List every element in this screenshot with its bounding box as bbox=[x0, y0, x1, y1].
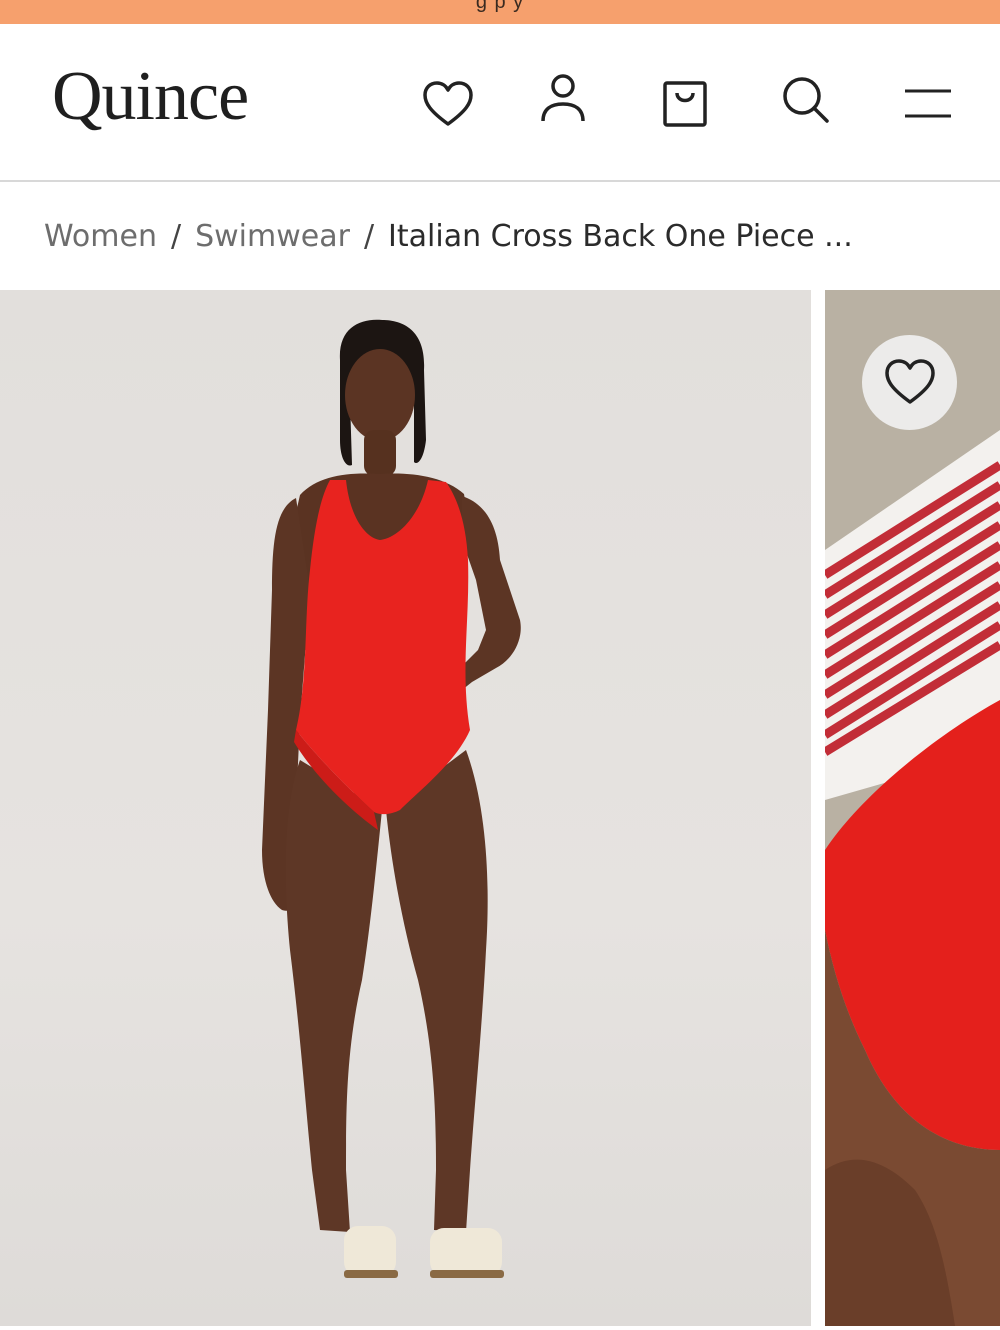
site-header: Quince bbox=[0, 24, 1000, 182]
user-icon[interactable] bbox=[535, 71, 591, 127]
product-photo-main[interactable] bbox=[0, 290, 811, 1326]
heart-icon bbox=[884, 358, 935, 404]
breadcrumb-current-product: Italian Cross Back One Piece ... bbox=[388, 218, 853, 254]
product-photo-secondary[interactable] bbox=[825, 290, 1000, 1326]
breadcrumb-swimwear[interactable]: Swimwear bbox=[195, 219, 350, 254]
add-to-favorites-button[interactable] bbox=[862, 335, 957, 430]
divider bbox=[0, 1326, 1000, 1330]
promo-banner[interactable]: g p y bbox=[0, 0, 1000, 24]
promo-text: g p y bbox=[475, 0, 525, 13]
brand-logo[interactable]: Quince bbox=[52, 62, 249, 132]
product-image-gallery[interactable] bbox=[0, 290, 1000, 1326]
hamburger-menu-icon[interactable] bbox=[900, 76, 956, 132]
shopping-bag-icon[interactable] bbox=[657, 76, 713, 132]
breadcrumb-women[interactable]: Women bbox=[44, 219, 157, 254]
breadcrumb: Women / Swimwear / Italian Cross Back On… bbox=[44, 214, 853, 258]
heart-icon[interactable] bbox=[420, 77, 476, 133]
search-icon[interactable] bbox=[778, 72, 834, 128]
breadcrumb-separator: / bbox=[363, 218, 375, 254]
breadcrumb-separator: / bbox=[170, 218, 182, 254]
